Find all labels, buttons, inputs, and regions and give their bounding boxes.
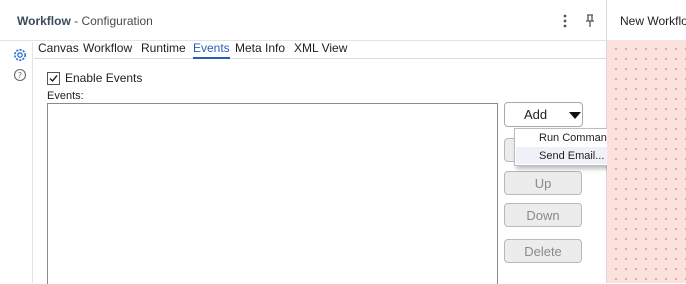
tab-workflow[interactable]: Workflow xyxy=(83,41,132,57)
panel-header: Workflow - Configuration xyxy=(0,0,606,41)
tab-canvas[interactable]: Canvas xyxy=(38,41,79,57)
add-dropdown-button[interactable]: Add xyxy=(504,102,583,127)
help-icon[interactable]: ? xyxy=(11,66,29,84)
panel-title-bold: Workflow xyxy=(17,14,71,28)
panel-title: Workflow - Configuration xyxy=(17,14,153,28)
workflow-canvas-pane: New Workflo xyxy=(607,0,686,283)
enable-events-label: Enable Events xyxy=(65,71,143,85)
configuration-panel: Workflow - Configuration ? Canvas Workfl… xyxy=(0,0,654,284)
caret-down-icon xyxy=(569,112,581,119)
add-button-label: Add xyxy=(524,107,548,122)
tab-xml-view[interactable]: XML View xyxy=(294,41,347,57)
delete-button[interactable]: Delete xyxy=(504,239,582,263)
panel-title-sub: - Configuration xyxy=(74,14,153,28)
gear-icon[interactable] xyxy=(11,46,29,64)
svg-text:?: ? xyxy=(18,71,22,80)
side-toolbar: ? xyxy=(8,42,33,283)
tab-meta-info[interactable]: Meta Info xyxy=(235,41,285,57)
tab-events[interactable]: Events xyxy=(193,41,230,59)
enable-events-checkbox[interactable] xyxy=(47,72,60,85)
checkmark-icon xyxy=(49,75,58,83)
workflow-tab-label: New Workflo xyxy=(620,14,686,28)
tab-runtime[interactable]: Runtime xyxy=(141,41,186,57)
events-label: Events: xyxy=(47,90,84,102)
down-button[interactable]: Down xyxy=(504,203,582,227)
config-tabs: Canvas Workflow Runtime Events Meta Info… xyxy=(34,40,606,59)
menu-item-send-email[interactable]: Send Email... xyxy=(539,150,604,162)
workflow-tab[interactable]: New Workflo xyxy=(607,0,686,41)
pin-icon[interactable] xyxy=(582,12,598,30)
events-list[interactable] xyxy=(47,103,498,284)
more-vertical-icon[interactable] xyxy=(557,12,573,30)
up-button[interactable]: Up xyxy=(504,171,582,195)
workflow-canvas[interactable] xyxy=(607,40,686,283)
